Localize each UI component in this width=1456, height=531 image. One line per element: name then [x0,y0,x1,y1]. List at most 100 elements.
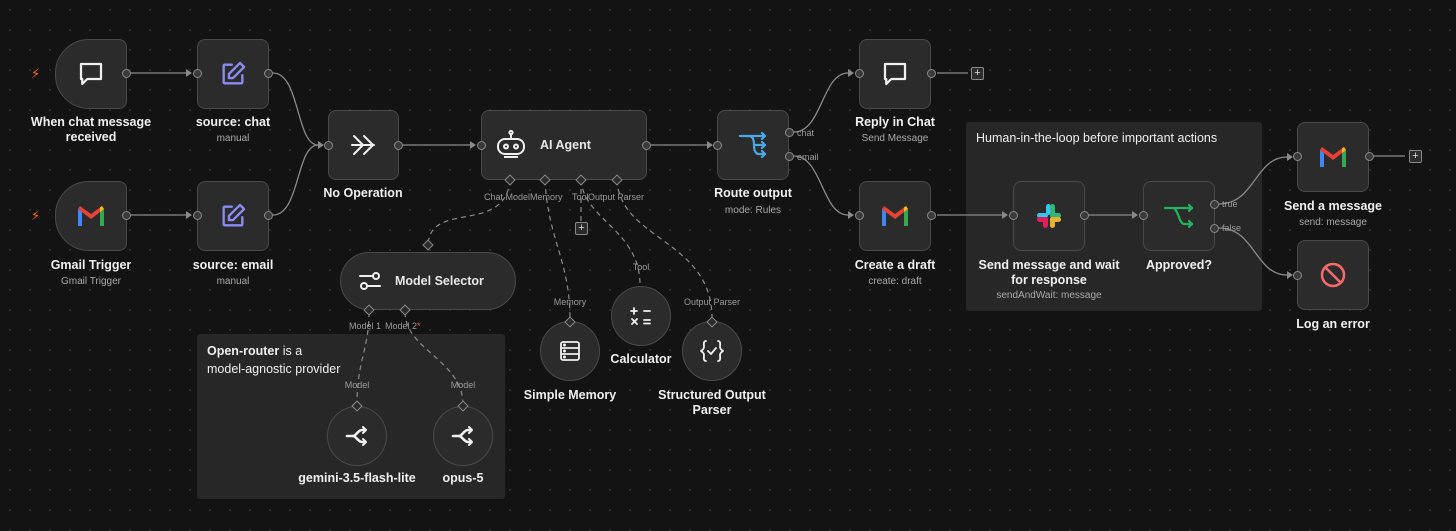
node-model-selector[interactable]: Model Selector [340,252,516,310]
label-line1: When chat message [30,115,152,129]
output-handle[interactable] [122,69,131,78]
output-handle[interactable] [642,141,651,150]
arrow-8 [1002,211,1008,219]
node-subtitle: send: message [1299,217,1367,228]
node-ai-agent[interactable]: AI Agent [481,110,647,180]
add-node-button[interactable]: + [971,67,984,80]
node-create-draft[interactable] [859,181,931,251]
add-node-button[interactable]: + [1409,150,1422,163]
switch-icon [738,131,767,159]
output-handle[interactable] [394,141,403,150]
sliders-icon [359,272,381,290]
output-label-email: email [797,152,819,162]
node-label: Gmail Trigger [50,258,132,272]
input-handle[interactable] [193,211,202,220]
node-calculator[interactable] [611,286,671,346]
node-label: source: email [192,258,274,272]
node-opus-model[interactable] [433,406,493,466]
arrow-9 [1132,211,1138,219]
output-handle[interactable] [1080,211,1089,220]
edit-icon [222,203,246,227]
edit-icon [222,61,246,85]
input-handle[interactable] [1293,152,1302,161]
output-handle[interactable] [927,69,936,78]
edge-chatmodel-selector [427,179,511,246]
node-source-chat[interactable] [197,39,269,109]
add-tool-button[interactable]: + [575,222,588,235]
arrow-2 [186,211,192,219]
double-arrow-icon [350,135,375,155]
trigger-bolt-icon: ⚡ [31,208,41,223]
output-handle[interactable] [927,211,936,220]
node-chat-trigger[interactable] [55,39,127,109]
node-route-output[interactable] [717,110,789,180]
node-approved[interactable] [1143,181,1215,251]
node-log-error[interactable] [1297,240,1369,310]
input-handle[interactable] [477,141,486,150]
input-handle[interactable] [1293,271,1302,280]
node-simple-memory[interactable] [540,321,600,381]
arrow-7 [848,211,854,219]
port-label: Memory [553,297,587,307]
node-subtitle: sendAndWait: message [996,290,1102,301]
node-label: Send message and wait for response [969,258,1129,288]
input-handle[interactable] [193,69,202,78]
label-line2: for response [1011,273,1087,287]
input-handle[interactable] [1139,211,1148,220]
edge-true-send [1218,156,1288,205]
port-label-output-parser: Output Parser [588,192,645,202]
output-handle[interactable] [1365,152,1374,161]
robot-icon [497,129,525,158]
node-subtitle: manual [216,133,250,144]
node-subtitle: create: draft [868,276,922,287]
port-label: Output Parser [683,297,741,307]
output-true-handle[interactable] [1210,200,1219,209]
openrouter-icon [451,426,473,446]
trigger-bolt-icon: ⚡ [31,66,41,81]
output-handle[interactable] [264,211,273,220]
arrow-4 [470,141,476,149]
input-handle[interactable] [1009,211,1018,220]
output-label-false: false [1222,223,1242,233]
node-label: Approved? [1146,258,1212,272]
node-label: Route output [714,186,792,200]
node-label: Log an error [1296,317,1370,331]
output-false-handle[interactable] [1210,224,1219,233]
node-label: Send a message [1284,199,1382,213]
output-handle[interactable] [264,69,273,78]
node-no-operation[interactable] [328,110,399,180]
node-slack-send-and-wait[interactable] [1013,181,1085,251]
node-subtitle: manual [216,276,250,287]
openrouter-icon [345,426,367,446]
port-label: Model [344,380,370,390]
input-handle[interactable] [855,69,864,78]
node-label: Reply in Chat [855,115,935,129]
input-handle[interactable] [855,211,864,220]
output-chat-handle[interactable] [785,128,794,137]
required-mark: * [417,321,421,331]
node-structured-output-parser[interactable] [682,321,742,381]
stop-icon [1320,262,1346,288]
port-label: Model [450,380,476,390]
node-subtitle: Send Message [861,133,929,144]
chat-bubble-icon [79,62,103,86]
input-handle[interactable] [324,141,333,150]
node-reply-in-chat[interactable] [859,39,931,109]
node-gemini-model[interactable] [327,406,387,466]
node-label: Simple Memory [523,388,617,402]
label-line1: Structured Output [658,388,766,402]
port-label-model-2-text: Model 2 [385,321,418,331]
port-label-memory: Memory [530,192,563,202]
node-label: source: chat [195,115,271,129]
node-gmail-trigger[interactable] [55,181,127,251]
node-label: Create a draft [854,258,936,272]
node-send-message[interactable] [1297,122,1369,192]
input-handle[interactable] [713,141,722,150]
port-label-tool: Tool [572,192,589,202]
slack-icon [1037,204,1061,228]
label-line1: Send message and wait [978,258,1120,272]
output-handle[interactable] [122,211,131,220]
chat-bubble-icon [883,62,907,86]
node-source-email[interactable] [197,181,269,251]
output-email-handle[interactable] [785,152,794,161]
